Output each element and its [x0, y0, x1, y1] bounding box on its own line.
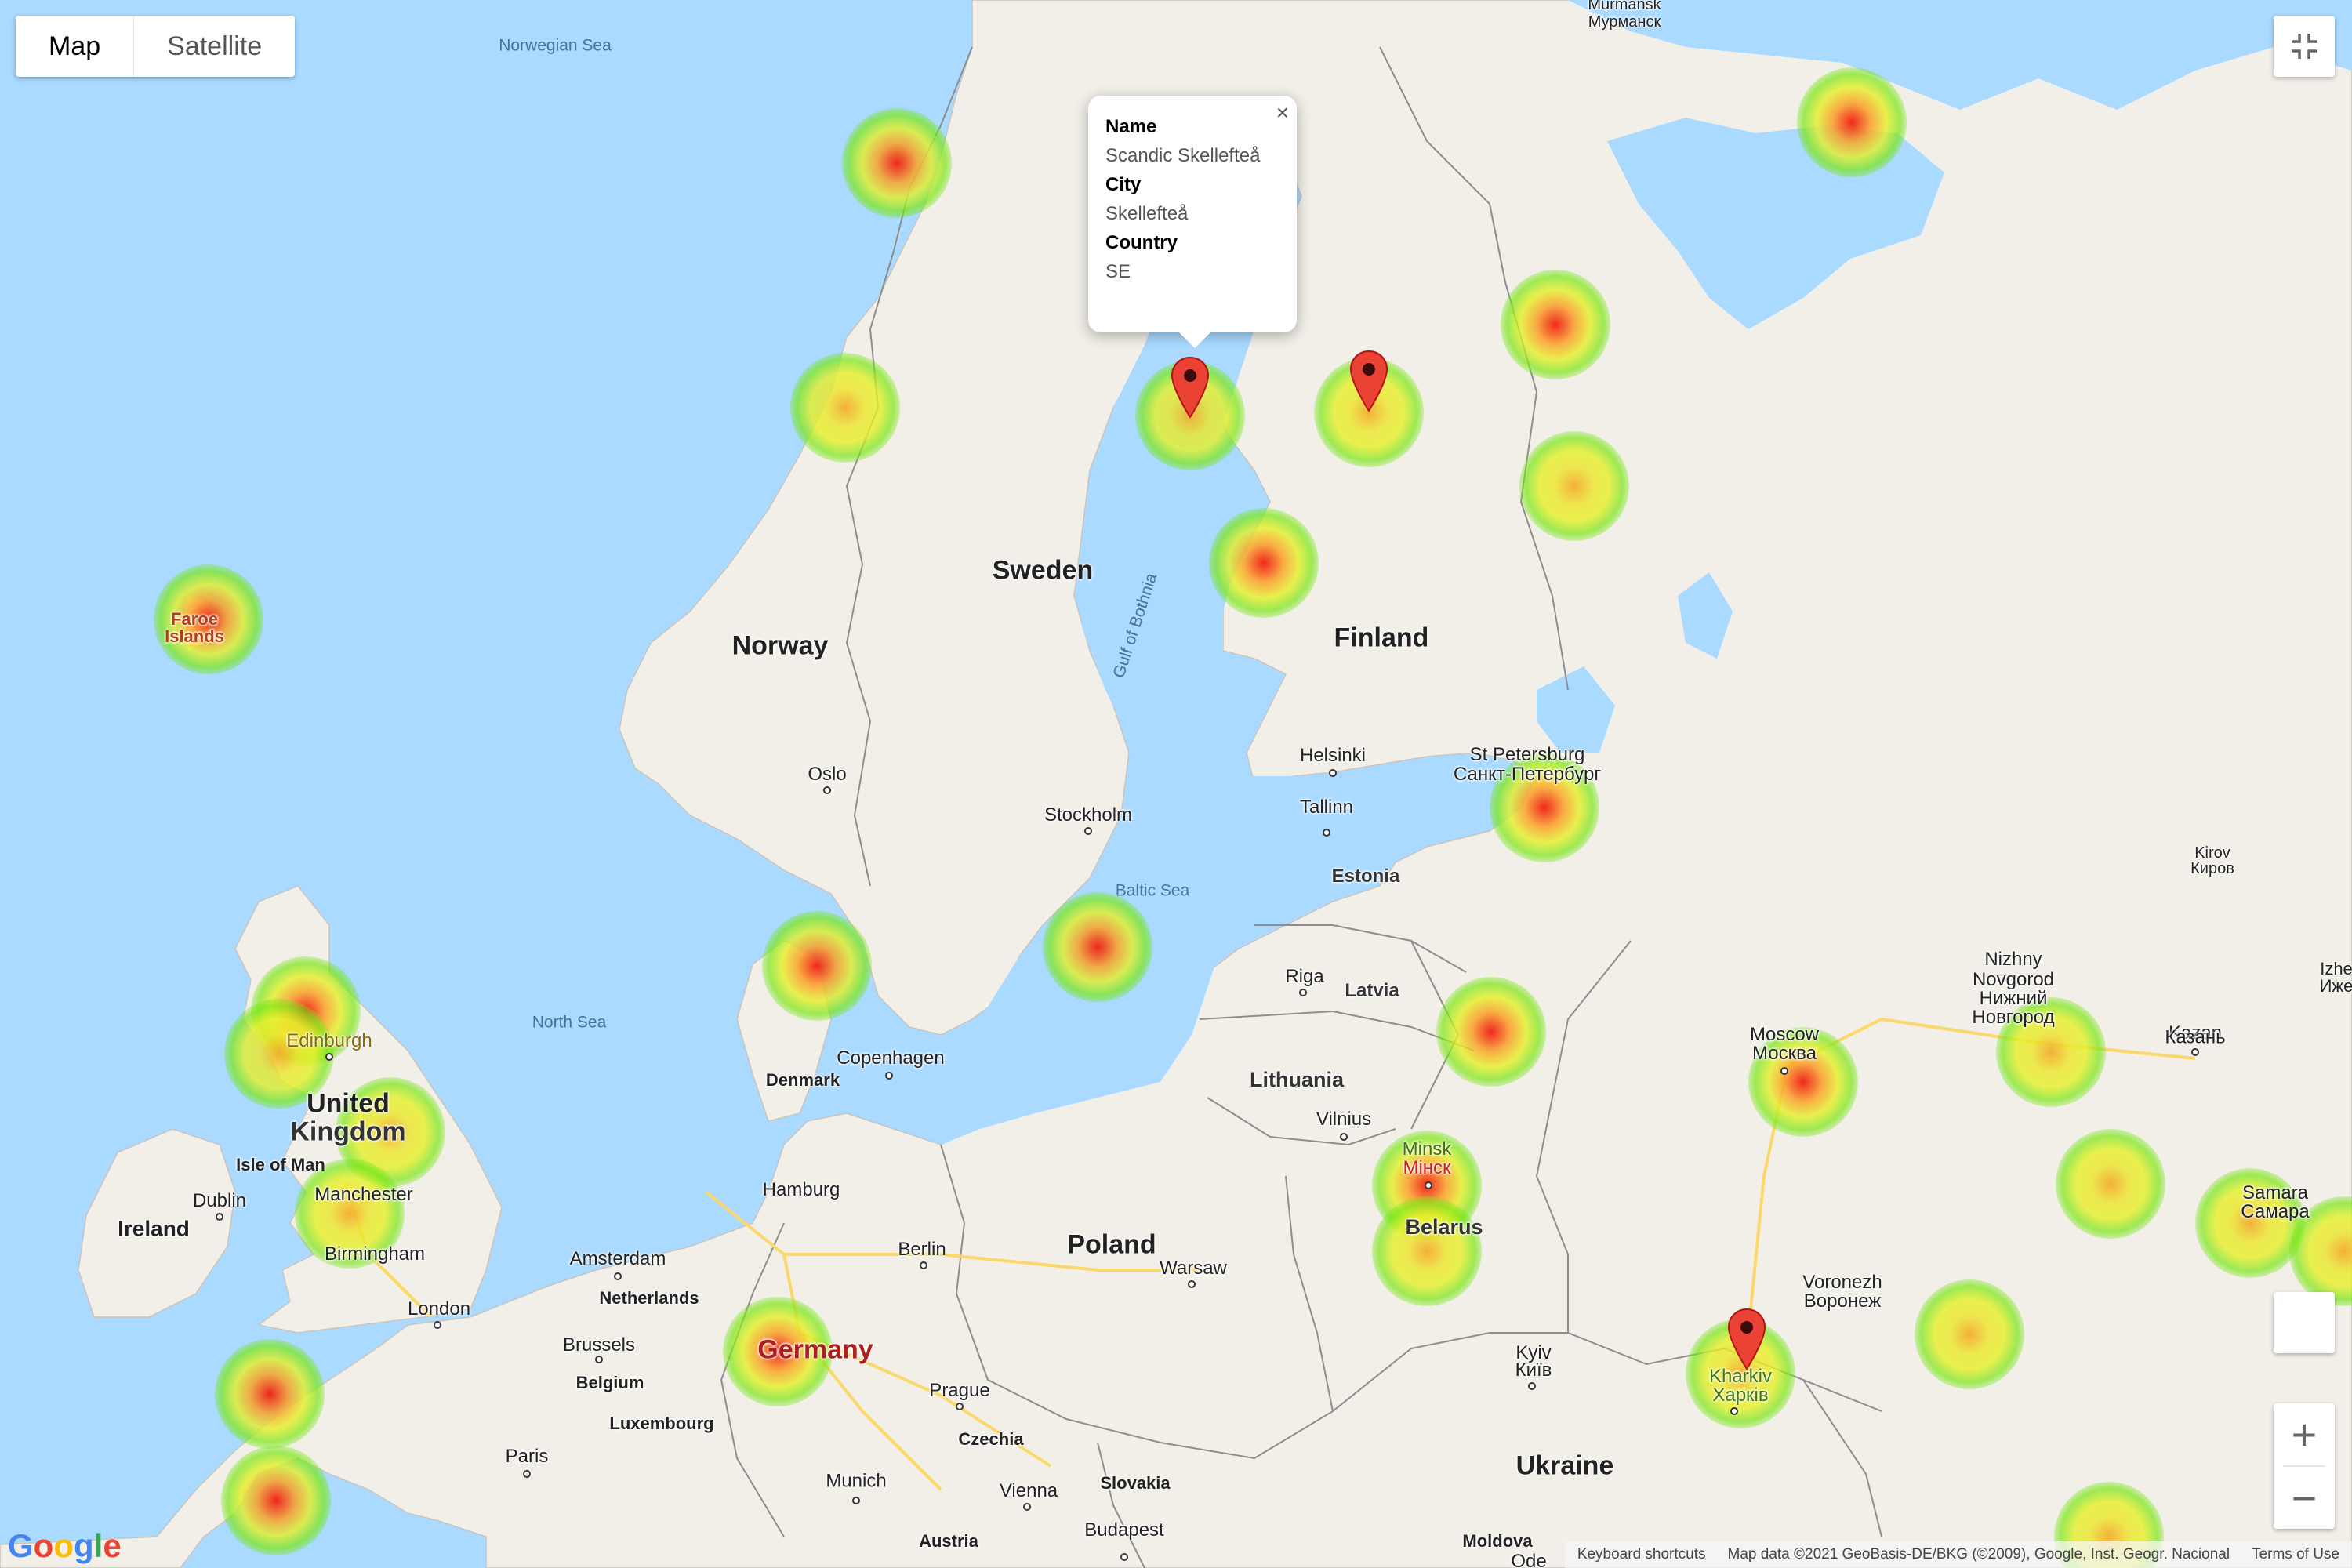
- city-dot-oslo: [823, 786, 831, 794]
- city-dot-vilnius: [1340, 1133, 1348, 1141]
- city-dot-amsterdam: [614, 1272, 622, 1280]
- map-footer: Keyboard shortcuts Map data ©2021 GeoBas…: [1564, 1541, 2352, 1568]
- map-type-control: Map Satellite: [16, 16, 296, 77]
- city-dot-helsinki: [1329, 769, 1337, 777]
- map-pin-icon: [1727, 1308, 1766, 1370]
- city-dot-munich: [852, 1497, 860, 1504]
- zoom-out-button[interactable]: −: [2274, 1467, 2335, 1529]
- info-country-value: SE: [1105, 261, 1131, 282]
- map-data-attribution: Map data ©2021 GeoBasis-DE/BKG (©2009), …: [1727, 1546, 2230, 1563]
- terms-of-use-link[interactable]: Terms of Use: [2252, 1546, 2339, 1563]
- map-pin-icon: [1349, 350, 1388, 412]
- city-dot-kharkiv: [1730, 1407, 1738, 1415]
- exit-fullscreen-icon: [2292, 34, 2317, 59]
- map-type-map-button[interactable]: Map: [16, 16, 133, 77]
- city-dot-minsk: [1425, 1181, 1432, 1189]
- info-city-heading: City: [1105, 174, 1142, 195]
- city-dot-vienna: [1023, 1503, 1031, 1511]
- city-dot-warsaw: [1188, 1280, 1196, 1288]
- city-dot-prague: [956, 1403, 964, 1410]
- keyboard-shortcuts-link[interactable]: Keyboard shortcuts: [1577, 1546, 1706, 1563]
- info-window: × Name Scandic Skellefteå City Skellefte…: [1088, 96, 1297, 348]
- marker-kharkiv[interactable]: [1727, 1308, 1766, 1370]
- zoom-control: + −: [2274, 1403, 2335, 1529]
- city-dot-brussels: [595, 1356, 603, 1363]
- street-view-pegman-button[interactable]: [2274, 1292, 2335, 1353]
- city-dot-moscow: [1780, 1067, 1788, 1075]
- city-dot-stockholm: [1084, 827, 1092, 835]
- info-name-value: Scandic Skellefteå: [1105, 145, 1261, 166]
- city-dot-tallinn: [1323, 829, 1330, 837]
- city-dot-kyiv: [1528, 1382, 1536, 1390]
- city-dot-edinburgh: [325, 1053, 333, 1061]
- city-dot-dublin: [216, 1213, 223, 1221]
- map-pin-icon: [1171, 356, 1210, 419]
- marker-skelleftea[interactable]: [1171, 356, 1210, 419]
- google-logo[interactable]: Google: [8, 1527, 122, 1565]
- fullscreen-button[interactable]: [2274, 16, 2335, 77]
- marker-finland[interactable]: [1349, 350, 1388, 412]
- city-dot-london: [434, 1321, 441, 1329]
- city-dot-budapest: [1120, 1553, 1128, 1561]
- city-dot-paris: [523, 1470, 531, 1478]
- city-dot-berlin: [920, 1261, 927, 1269]
- city-dot-riga: [1299, 989, 1307, 996]
- close-icon[interactable]: ×: [1276, 100, 1289, 125]
- city-dot-copenhagen: [885, 1072, 893, 1080]
- info-country-heading: Country: [1105, 232, 1178, 253]
- info-name-heading: Name: [1105, 116, 1157, 137]
- city-dot-kazan: [2191, 1048, 2199, 1056]
- map-canvas[interactable]: Norwegian Sea Murmansk Мурманск Sweden N…: [0, 0, 2352, 1568]
- map-type-satellite-button[interactable]: Satellite: [134, 16, 295, 77]
- zoom-in-button[interactable]: +: [2274, 1403, 2335, 1465]
- info-city-value: Skellefteå: [1105, 203, 1189, 224]
